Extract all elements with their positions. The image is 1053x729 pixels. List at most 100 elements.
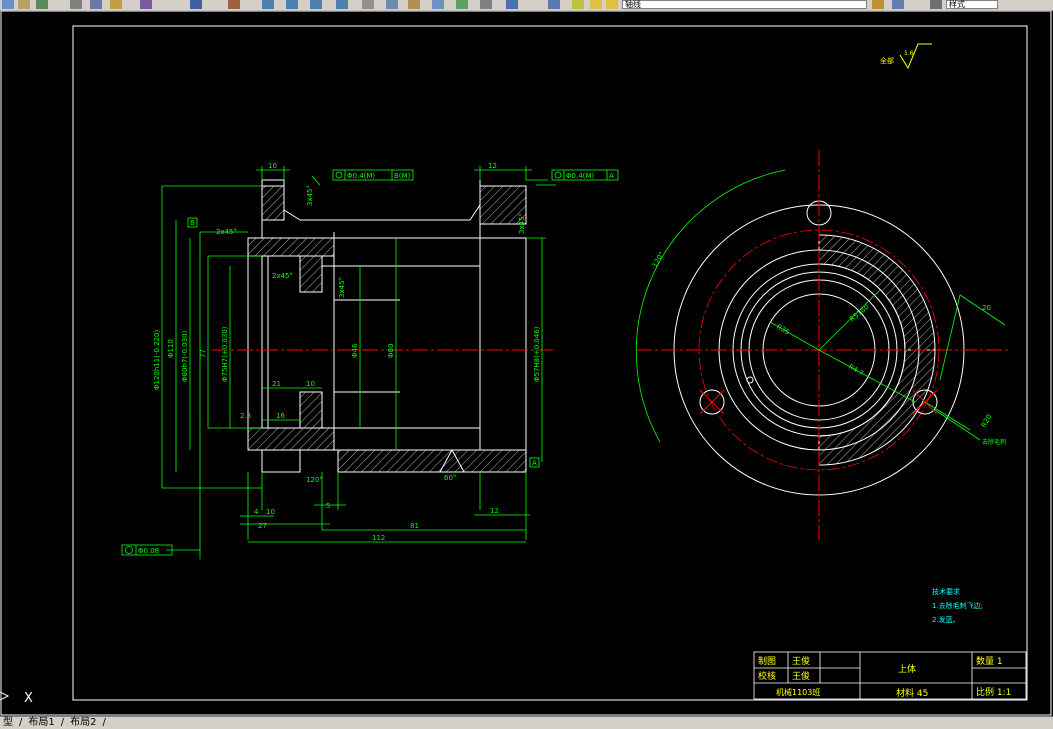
dim-16: 16 — [276, 412, 285, 420]
tech-requirements: 技术要求 1.去除毛刺飞边; 2.发蓝。 — [932, 587, 983, 624]
save-icon[interactable] — [18, 0, 30, 9]
print-icon[interactable] — [36, 0, 48, 9]
paste-icon[interactable] — [110, 0, 122, 9]
side-dim-r20: R20 — [980, 413, 994, 429]
layer-previous-icon[interactable] — [892, 0, 904, 9]
properties-icon[interactable] — [362, 0, 374, 9]
side-dim-r5180: R5180 — [848, 303, 871, 324]
dim-top-right: 12 — [488, 162, 497, 170]
gdt-bottom: Φ0.08 — [121, 544, 173, 556]
tb-class: 机械1103班 — [776, 687, 820, 697]
dim-phi75: Φ75H7(+0.030) — [221, 326, 229, 382]
tab-layout2[interactable]: 布局2 — [67, 717, 99, 729]
side-view-note: 去除毛刺 — [982, 438, 1006, 446]
freeze-icon[interactable] — [590, 0, 602, 9]
zoom-realtime-icon[interactable] — [286, 0, 298, 9]
cut-icon[interactable] — [70, 0, 82, 9]
dim-phi80h7: Φ80h7(-0.030) — [181, 330, 189, 382]
roughness-value: 1.6 — [904, 50, 914, 57]
help-icon[interactable] — [506, 0, 518, 9]
dim-chamfer-3: 3x45° — [306, 185, 314, 206]
datum-a-label: A — [532, 459, 537, 467]
dim-2-3: 2.3 — [240, 412, 251, 420]
open-icon[interactable] — [2, 0, 14, 9]
dim-21: 21 — [272, 380, 281, 388]
gdt-top-left: Φ0.4(M) B(M) — [332, 169, 414, 181]
dim-phi120: Φ120h11(-0.220) — [153, 329, 161, 390]
sheet-set-icon[interactable] — [432, 0, 444, 9]
side-dim-20: 20 — [982, 304, 991, 312]
tech-req-item-1: 1.去除毛刺飞边; — [932, 601, 983, 610]
dim-81: 81 — [410, 522, 419, 530]
design-center-icon[interactable] — [386, 0, 398, 9]
dim-77: 77 — [199, 349, 207, 358]
tool-palette-icon[interactable] — [408, 0, 420, 9]
datum-b: B — [187, 217, 198, 228]
position-symbol-icon — [335, 171, 343, 179]
gdt-top-right-ref: A — [609, 172, 614, 180]
dim-phi80: Φ80 — [387, 344, 395, 358]
dim-top-left: 10 — [268, 162, 277, 170]
tb-part-name: 上体 — [898, 663, 916, 675]
gdt-top-right-tol: Φ0.4(M) — [566, 172, 594, 180]
undo-icon[interactable] — [190, 0, 202, 9]
tb-scale: 比例 1:1 — [976, 686, 1011, 698]
zoom-previous-icon[interactable] — [336, 0, 348, 9]
tb-material: 材料 45 — [896, 687, 928, 699]
make-current-icon[interactable] — [872, 0, 884, 9]
dim-5: 5 — [326, 502, 330, 510]
style-combo-value: 样式 — [949, 0, 965, 9]
style-icon[interactable] — [930, 0, 942, 9]
dim-phi110: Φ110 — [167, 339, 175, 358]
dim-chamfer-5: 3x45° — [518, 213, 526, 234]
concentricity-symbol-icon — [125, 546, 133, 554]
gdt-top-left-ref: B(M) — [394, 172, 411, 180]
drawing-canvas[interactable]: 全部 1.6 Φ0.4(M) B(M) Φ0.4(M) A Φ0.08 B A … — [0, 10, 1053, 716]
dim-phi57: Φ57H8(+0.046) — [533, 326, 541, 382]
ucs-icon: X — [0, 691, 33, 706]
markup-icon[interactable] — [456, 0, 468, 9]
dim-27: 27 — [258, 522, 267, 530]
layer-manager-icon[interactable] — [548, 0, 560, 9]
dim-chamfer-2: 2x45° — [272, 272, 293, 280]
redo-icon[interactable] — [228, 0, 240, 9]
tb-checked-by: 王俊 — [792, 670, 810, 682]
side-view-texts: 120° R5180 R35 R4.7 R20 20 去除毛刺 — [651, 250, 1006, 446]
tech-req-title: 技术要求 — [932, 587, 960, 596]
dim-10b: 10 — [266, 508, 275, 516]
layout-tabs: 型 / 布局1/布局2/ — [0, 716, 1053, 729]
dim-10: 10 — [306, 380, 315, 388]
tb-checked-label: 校核 — [758, 670, 776, 682]
layer-combo-value: 轴线 — [625, 0, 641, 9]
dim-angle-60: 60° — [444, 474, 456, 482]
tab-layout1[interactable]: 布局1 — [25, 717, 57, 729]
pan-icon[interactable] — [262, 0, 274, 9]
section-view — [212, 179, 556, 473]
datum-b-label: B — [190, 219, 195, 227]
side-dim-r35: R35 — [775, 323, 791, 337]
roughness-symbol: 全部 1.6 — [880, 43, 932, 70]
roughness-label: 全部 — [880, 56, 894, 65]
layer-combo[interactable]: 轴线 — [622, 0, 867, 9]
copy-icon[interactable] — [90, 0, 102, 9]
gdt-top-left-tol: Φ0.4(M) — [347, 172, 375, 180]
command-prompt: X — [24, 691, 33, 706]
inner-frame — [72, 25, 1028, 701]
style-combo[interactable]: 样式 — [946, 0, 998, 9]
lock-icon[interactable] — [606, 0, 618, 9]
side-dim-r4-7: R4.7 — [847, 363, 865, 378]
dim-chamfer-1: 2x45° — [216, 228, 237, 236]
position-symbol-icon-2 — [554, 171, 562, 179]
dim-chamfer-4: 3x45° — [338, 277, 346, 298]
zoom-window-icon[interactable] — [310, 0, 322, 9]
dim-phi46: Φ46 — [351, 343, 359, 358]
tech-req-item-2: 2.发蓝。 — [932, 615, 960, 624]
tb-drawn-by: 王俊 — [792, 655, 810, 667]
dim-4: 4 — [254, 508, 259, 516]
calculator-icon[interactable] — [480, 0, 492, 9]
gdt-bottom-tol: Φ0.08 — [138, 547, 159, 555]
layer-state-icon[interactable] — [572, 0, 584, 9]
tab-model[interactable]: 型 — [0, 717, 16, 729]
match-properties-icon[interactable] — [140, 0, 152, 9]
dim-12: 12 — [490, 507, 499, 515]
